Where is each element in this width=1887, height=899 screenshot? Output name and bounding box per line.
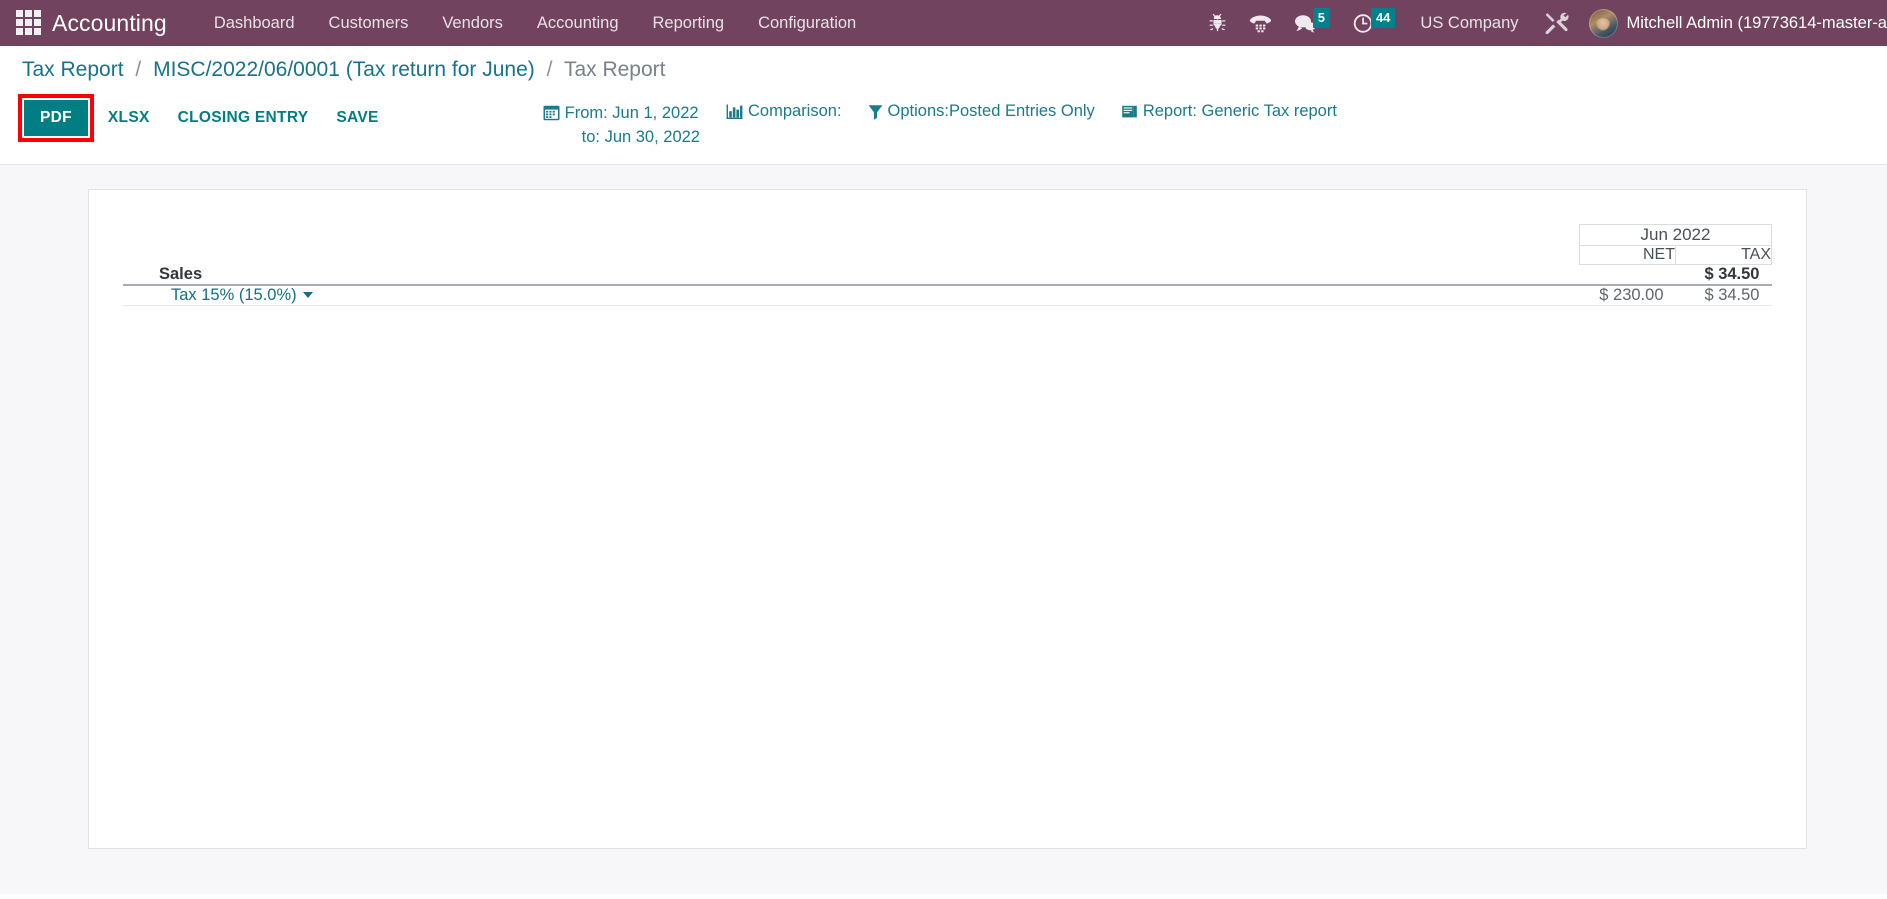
menu-item-configuration[interactable]: Configuration xyxy=(741,0,873,46)
book-icon xyxy=(1121,104,1138,124)
row-tax-sales: $ 34.50 xyxy=(1675,264,1772,286)
app-brand-title[interactable]: Accounting xyxy=(52,10,167,37)
options-label: Options:Posted Entries Only xyxy=(887,102,1095,120)
column-header-net: NET xyxy=(1579,245,1676,265)
breadcrumb-separator-2: / xyxy=(546,58,553,81)
messages-counter[interactable]: 5 xyxy=(1283,0,1341,46)
main-menu: Dashboard Customers Vendors Accounting R… xyxy=(197,0,873,46)
avatar[interactable] xyxy=(1588,8,1618,38)
table-row-tax-line[interactable]: Tax 15% (15.0%) $ 230.00 $ 34.50 xyxy=(123,284,1772,306)
systray: 5 44 US Company Mitchell Admin (19773614… xyxy=(1197,0,1887,46)
tax-line-link[interactable]: Tax 15% (15.0%) xyxy=(171,286,297,304)
control-panel-row: PDF XLSX CLOSING ENTRY SAVE From: Jun 1,… xyxy=(0,88,1887,164)
closing-entry-button[interactable]: CLOSING ENTRY xyxy=(164,100,323,136)
table-header: Jun 2022 NET TAX xyxy=(123,223,1772,265)
apps-grid-icon[interactable] xyxy=(16,10,42,36)
company-switcher[interactable]: US Company xyxy=(1406,14,1532,33)
bar-chart-icon xyxy=(726,104,743,125)
row-tax-tax-line: $ 34.50 xyxy=(1675,284,1772,306)
calendar-icon xyxy=(543,104,560,126)
table-header-period-row: Jun 2022 xyxy=(123,223,1772,246)
activities-badge: 44 xyxy=(1370,8,1396,28)
tools-icon[interactable] xyxy=(1533,0,1581,46)
messages-badge: 5 xyxy=(1312,8,1330,28)
report-actions: PDF XLSX CLOSING ENTRY SAVE xyxy=(0,94,393,142)
comparison-label: Comparison: xyxy=(748,102,842,120)
xlsx-button[interactable]: XLSX xyxy=(94,100,164,136)
pdf-button-highlight: PDF xyxy=(18,94,94,142)
report-filters: From: Jun 1, 2022 to: Jun 30, 2022 Compa xyxy=(543,94,1337,150)
report-label: Report: Generic Tax report xyxy=(1142,102,1337,120)
column-header-tax: TAX xyxy=(1675,245,1772,265)
breadcrumb-separator-1: / xyxy=(135,58,142,81)
menu-item-reporting[interactable]: Reporting xyxy=(636,0,742,46)
user-menu[interactable]: Mitchell Admin (19773614-master-a xyxy=(1627,14,1887,33)
table-row-section-sales[interactable]: Sales $ 34.50 xyxy=(123,264,1772,286)
tax-report-table: Jun 2022 NET TAX Sales $ 34.50 Tax 15% (… xyxy=(123,223,1772,306)
chevron-down-icon[interactable] xyxy=(302,291,313,298)
bug-icon[interactable] xyxy=(1197,0,1238,46)
comparison-filter[interactable]: Comparison: xyxy=(726,102,842,125)
top-navbar: Accounting Dashboard Customers Vendors A… xyxy=(0,0,1887,46)
save-button[interactable]: SAVE xyxy=(322,100,392,136)
breadcrumb: Tax Report / MISC/2022/06/0001 (Tax retu… xyxy=(0,46,1887,88)
options-filter[interactable]: Options:Posted Entries Only xyxy=(868,102,1095,125)
content-area: Jun 2022 NET TAX Sales $ 34.50 Tax 15% (… xyxy=(0,164,1887,894)
table-header-sub-row: NET TAX xyxy=(123,245,1772,265)
row-net-sales xyxy=(1579,264,1676,286)
menu-item-dashboard[interactable]: Dashboard xyxy=(197,0,312,46)
header-spacer xyxy=(123,224,1580,245)
activities-counter[interactable]: 44 xyxy=(1341,0,1406,46)
row-net-tax-line: $ 230.00 xyxy=(1579,284,1676,306)
menu-item-accounting[interactable]: Accounting xyxy=(520,0,636,46)
row-label-sales: Sales xyxy=(123,264,1580,286)
phone-dialpad-icon[interactable] xyxy=(1238,0,1283,46)
breadcrumb-item-parent[interactable]: MISC/2022/06/0001 (Tax return for June) xyxy=(153,58,535,81)
table-body: Sales $ 34.50 Tax 15% (15.0%) $ 230.00 $… xyxy=(123,264,1772,306)
control-panel: Tax Report / MISC/2022/06/0001 (Tax retu… xyxy=(0,46,1887,165)
row-label-tax-line: Tax 15% (15.0%) xyxy=(123,284,1580,306)
filter-icon xyxy=(868,104,883,125)
tax-report-card: Jun 2022 NET TAX Sales $ 34.50 Tax 15% (… xyxy=(88,188,1807,849)
column-header-period: Jun 2022 xyxy=(1579,223,1772,246)
breadcrumb-item-current: Tax Report xyxy=(563,58,666,81)
header-spacer-2 xyxy=(123,245,1580,264)
date-to-label: to: Jun 30, 2022 xyxy=(581,127,700,146)
menu-item-vendors[interactable]: Vendors xyxy=(425,0,520,46)
date-from-label: From: Jun 1, 2022 xyxy=(564,104,699,122)
date-filter[interactable]: From: Jun 1, 2022 to: Jun 30, 2022 xyxy=(543,102,700,150)
report-selector[interactable]: Report: Generic Tax report xyxy=(1121,102,1337,124)
breadcrumb-item-root[interactable]: Tax Report xyxy=(22,58,124,81)
menu-item-customers[interactable]: Customers xyxy=(312,0,426,46)
pdf-button[interactable]: PDF xyxy=(24,100,88,136)
